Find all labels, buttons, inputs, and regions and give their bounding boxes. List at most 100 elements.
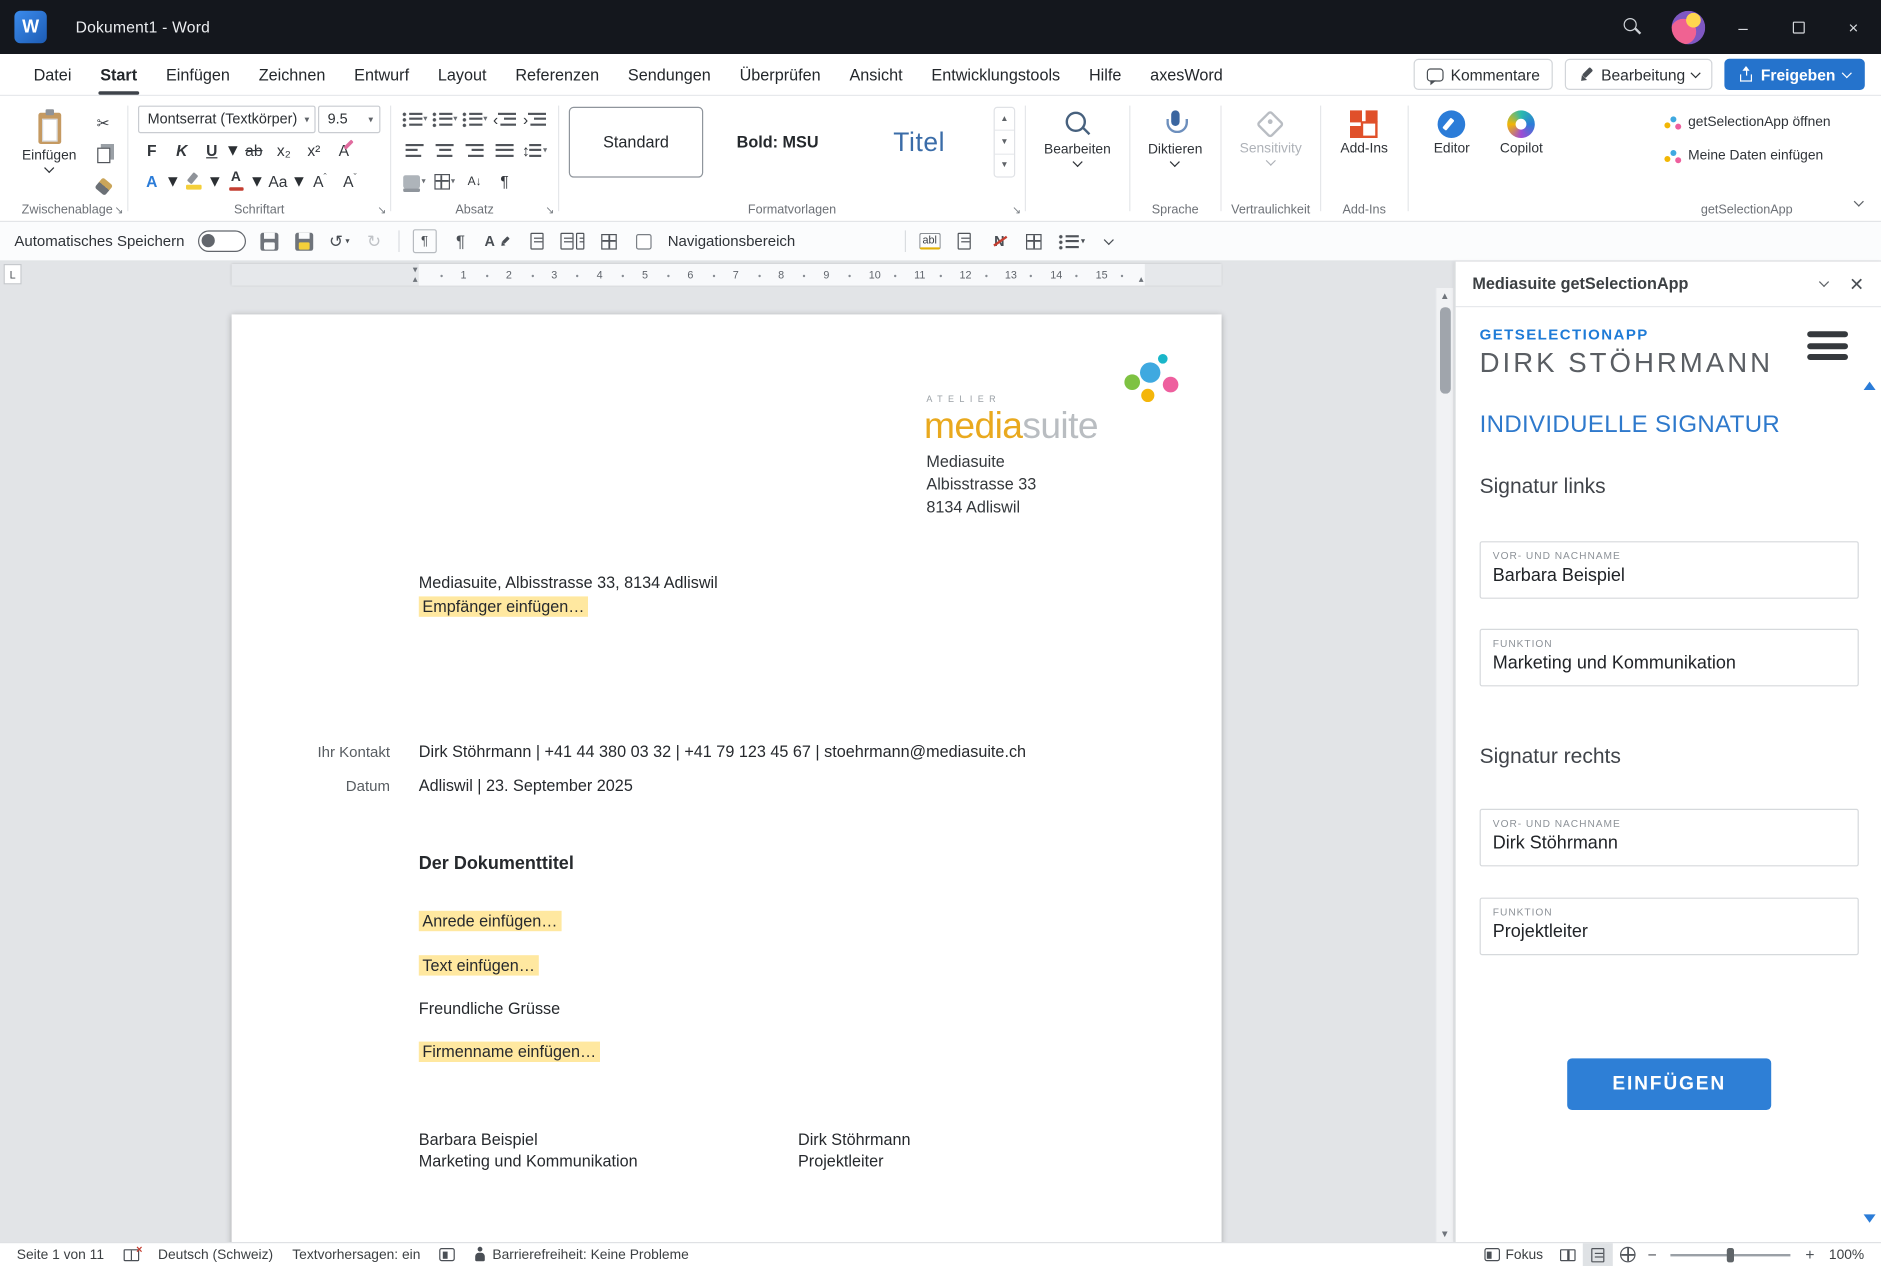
document-canvas[interactable]: ATELIER mediasuite Mediasuite Albisstras… [0, 288, 1454, 1242]
account-button[interactable] [1660, 0, 1715, 54]
recipient-placeholder[interactable]: Empfänger einfügen… [419, 598, 588, 616]
subscript-button[interactable]: x₂ [270, 136, 298, 164]
numbering-button[interactable]: ▾ [431, 105, 459, 133]
pane-scroll-down-button[interactable] [1863, 1214, 1875, 1222]
save-button[interactable] [259, 229, 281, 253]
accessibility-status[interactable]: Barrierefreiheit: Keine Probleme [465, 1243, 699, 1266]
field-right-name[interactable]: VOR- UND NACHNAME Dirk Stöhrmann [1480, 809, 1859, 867]
document-page[interactable]: ATELIER mediasuite Mediasuite Albisstras… [232, 314, 1222, 1242]
field-shading-button[interactable] [954, 229, 976, 253]
style-bold-msu[interactable]: Bold: MSU [710, 107, 844, 178]
more-commands-button[interactable] [1098, 229, 1120, 253]
tab-start[interactable]: Start [86, 54, 152, 95]
two-page-button[interactable] [561, 229, 585, 253]
collapse-ribbon-button[interactable] [1855, 190, 1872, 221]
tab-entwurf[interactable]: Entwurf [340, 54, 424, 95]
hamburger-menu-button[interactable] [1807, 331, 1848, 360]
style-standard[interactable]: Standard [569, 107, 703, 178]
underline-button[interactable]: U [198, 136, 226, 164]
dictate-button[interactable]: Diktieren [1140, 103, 1211, 166]
copy-button[interactable] [89, 142, 118, 168]
read-mode-button[interactable] [1553, 1243, 1583, 1266]
language-status[interactable]: Deutsch (Schweiz) [148, 1243, 282, 1266]
word-app-icon[interactable]: W [14, 11, 46, 43]
dialog-launcher-icon[interactable]: ↘ [115, 204, 124, 217]
field-right-function[interactable]: FUNKTION Projektleiter [1480, 898, 1859, 956]
scroll-up-icon[interactable]: ▲ [1436, 290, 1453, 301]
shrink-font-button[interactable]: Aˇ [336, 167, 364, 195]
shading-button[interactable]: ▾ [401, 167, 429, 195]
align-left-button[interactable] [401, 136, 429, 164]
gsa-open-button[interactable]: getSelectionApp öffnen [1653, 108, 1840, 137]
page-indicator[interactable]: Seite 1 von 11 [7, 1243, 113, 1266]
undo-button[interactable]: ↺▾ [329, 229, 351, 253]
taskpane-options-chevron-icon[interactable] [1819, 277, 1829, 287]
bold-button[interactable]: F [138, 136, 166, 164]
web-layout-button[interactable] [1613, 1243, 1643, 1266]
company-placeholder[interactable]: Firmenname einfügen… [419, 1043, 600, 1061]
grow-font-button[interactable]: Aˆ [306, 167, 334, 195]
addins-button[interactable]: Add-Ins [1331, 103, 1398, 157]
table-view-button[interactable] [598, 229, 620, 253]
scroll-down-icon[interactable]: ▼ [1436, 1229, 1453, 1240]
minimize-button[interactable]: – [1715, 0, 1770, 54]
font-size-combo[interactable]: 9.5▾ [318, 105, 380, 133]
salutation-placeholder[interactable]: Anrede einfügen… [419, 912, 561, 930]
editing-menu-button[interactable]: Bearbeiten [1036, 103, 1120, 166]
gsa-insert-button[interactable]: Meine Daten einfügen [1653, 142, 1840, 171]
italic-button[interactable]: K [168, 136, 196, 164]
taskpane-close-icon[interactable]: ✕ [1849, 273, 1864, 295]
tab-ansicht[interactable]: Ansicht [835, 54, 917, 95]
format-painter-button[interactable] [89, 173, 118, 199]
tab-axesword[interactable]: axesWord [1136, 54, 1237, 95]
font-color-button[interactable]: A [222, 167, 250, 195]
ruler[interactable]: L 123456789101112131415 ▾ ▴ ▴ [0, 262, 1454, 288]
macro-status[interactable] [430, 1243, 465, 1266]
align-center-button[interactable] [431, 136, 459, 164]
insert-signature-button[interactable]: EINFÜGEN [1567, 1058, 1771, 1110]
tab-datei[interactable]: Datei [19, 54, 86, 95]
strikethrough-button[interactable]: ab [240, 136, 268, 164]
zoom-in-button[interactable]: + [1801, 1246, 1820, 1264]
field-left-name[interactable]: VOR- UND NACHNAME Barbara Beispiel [1480, 541, 1859, 599]
editor-button[interactable]: Editor [1418, 103, 1485, 199]
dialog-launcher-icon[interactable]: ↘ [1012, 204, 1021, 217]
dialog-launcher-icon[interactable]: ↘ [377, 204, 386, 217]
tab-sendungen[interactable]: Sendungen [614, 54, 726, 95]
justify-button[interactable] [491, 136, 519, 164]
text-predictions-status[interactable]: Textvorhersagen: ein [283, 1243, 430, 1266]
maximize-button[interactable] [1771, 0, 1826, 54]
zoom-level[interactable]: 100% [1819, 1243, 1874, 1266]
one-page-button[interactable] [526, 229, 548, 253]
multilevel-list-button[interactable]: ▾ [461, 105, 489, 133]
text-effects-button[interactable]: A [138, 167, 166, 195]
redo-button[interactable]: ↻ [363, 229, 385, 253]
dialog-launcher-icon[interactable]: ↘ [545, 204, 554, 217]
paste-button[interactable]: Einfügen [17, 103, 82, 199]
sort-button[interactable]: A↓ [461, 167, 489, 195]
superscript-button[interactable]: x² [300, 136, 328, 164]
navigation-pane-checkbox[interactable] [633, 229, 655, 253]
body-placeholder[interactable]: Text einfügen… [419, 956, 539, 974]
tab-referenzen[interactable]: Referenzen [501, 54, 614, 95]
horizontal-ruler[interactable]: 123456789101112131415 ▾ ▴ ▴ [232, 264, 1222, 286]
insert-table-button[interactable] [1023, 229, 1045, 253]
autosave-toggle[interactable] [198, 230, 246, 252]
show-marks-button[interactable]: ¶ [491, 167, 519, 195]
zoom-slider-thumb[interactable] [1727, 1247, 1734, 1261]
increase-indent-button[interactable]: › [521, 105, 549, 133]
pilcrow-button[interactable]: ¶ [450, 229, 472, 253]
gallery-down-icon[interactable]: ▼ [995, 130, 1014, 153]
tab-hilfe[interactable]: Hilfe [1075, 54, 1136, 95]
line-spacing-button[interactable]: ↕▾ [521, 136, 549, 164]
style-titel[interactable]: Titel [852, 107, 986, 178]
styles-gallery-scroll[interactable]: ▲ ▼ ▼ [994, 107, 1016, 178]
editing-mode-button[interactable]: Bearbeitung [1565, 59, 1713, 90]
print-layout-button[interactable] [1583, 1243, 1613, 1266]
hanging-indent-marker[interactable]: ▴ [413, 275, 418, 285]
scrollbar-thumb[interactable] [1440, 307, 1451, 393]
spellcheck-status[interactable] [114, 1243, 149, 1266]
share-button[interactable]: Freigeben [1725, 59, 1864, 90]
tab-ueberpruefen[interactable]: Überprüfen [725, 54, 835, 95]
focus-mode-button[interactable]: Fokus [1474, 1243, 1552, 1266]
